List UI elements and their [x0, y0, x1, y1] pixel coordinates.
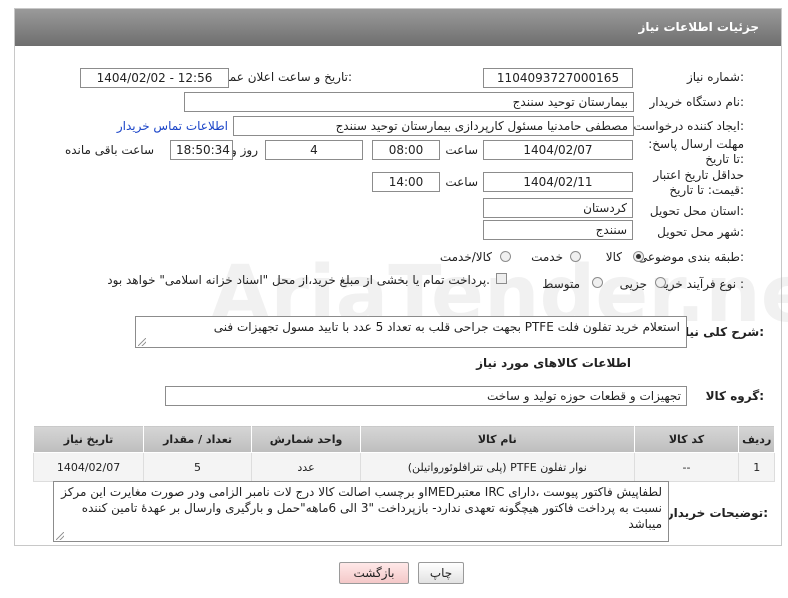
col-name: نام کالا [360, 425, 635, 453]
cell-qty: 5 [143, 452, 253, 482]
col-qty: تعداد / مقدار [143, 425, 253, 453]
reply-time-field: 08:00 [372, 140, 440, 160]
category-label: طبقه بندی موضوعی: [637, 250, 744, 264]
process-radio-medium[interactable] [592, 277, 603, 288]
category-option-goods: کالا [605, 250, 622, 264]
description-text: استعلام خرید تفلون فلت PTFE بجهت جراحی ق… [213, 320, 680, 334]
process-option-minor: جزیی [619, 277, 647, 291]
province-field: کردستان [483, 198, 633, 218]
process-label: نوع فرآیند خرید : [659, 277, 744, 291]
remaining-label: ساعت باقی مانده [64, 143, 154, 157]
goods-group-field: تجهیزات و قطعات حوزه تولید و ساخت [165, 386, 687, 406]
need-number-field: 1104093727000165 [483, 68, 633, 88]
buyer-notes-textarea: لطفاپیش فاکتور پیوست ،دارای IRC معتبرIME… [53, 481, 669, 542]
panel-title: جزئیات اطلاعات نیاز [638, 20, 759, 34]
col-unit: واحد شمارش [251, 425, 362, 453]
goods-section-title: اطلاعات کالاهای مورد نیاز [476, 356, 631, 370]
cell-code: -- [633, 452, 740, 482]
requester-label: ایجاد کننده درخواست: [633, 119, 744, 133]
goods-table-header: ردیف کد کالا نام کالا واحد شمارش تعداد /… [32, 425, 775, 453]
cell-date: 1404/02/07 [32, 452, 145, 482]
goods-table: ردیف کد کالا نام کالا واحد شمارش تعداد /… [32, 425, 775, 482]
process-option-medium: متوسط [542, 277, 580, 291]
back-button[interactable]: بازگشت [339, 562, 409, 584]
category-radio-both[interactable] [500, 251, 511, 262]
price-time-label: ساعت [445, 175, 478, 189]
buyer-notes-label: توضیحات خریدار: [666, 506, 768, 520]
col-date: تاریخ نیاز [32, 425, 145, 453]
category-radio-service[interactable] [570, 251, 581, 262]
goods-table-wrapper: ردیف کد کالا نام کالا واحد شمارش تعداد /… [32, 425, 775, 482]
buyer-notes-text: لطفاپیش فاکتور پیوست ،دارای IRC معتبرIME… [61, 485, 662, 531]
col-row: ردیف [738, 425, 775, 453]
city-label: شهر محل تحویل: [657, 225, 744, 239]
price-validity-label: حداقل تاریخ اعتبار قیمت: تا تاریخ: [653, 168, 744, 197]
goods-group-label: گروه کالا: [705, 389, 764, 403]
reply-time-label: ساعت [445, 143, 478, 157]
description-label: شرح کلی نیاز: [678, 325, 764, 339]
cell-row: 1 [738, 452, 775, 482]
buyer-org-field: بیمارستان توحید سنندج [184, 92, 634, 112]
table-row: 1 -- نوار تفلون PTFE (پلی تترافلوئورواتی… [32, 452, 775, 482]
description-textarea: استعلام خرید تفلون فلت PTFE بجهت جراحی ق… [135, 316, 687, 348]
city-field: سنندج [483, 220, 633, 240]
days-label: روز و [231, 143, 258, 157]
category-option-both: کالا/خدمت [439, 250, 492, 264]
requester-field: مصطفی حامدنیا مسئول کارپردازی بیمارستان … [233, 116, 634, 136]
remaining-time-field: 18:50:34 [170, 140, 233, 160]
treasury-checkbox[interactable] [496, 273, 507, 284]
need-number-label: شماره نیاز: [686, 70, 744, 84]
days-field: 4 [265, 140, 363, 160]
print-button[interactable]: چاپ [418, 562, 464, 584]
price-time-field: 14:00 [372, 172, 440, 192]
process-radio-minor[interactable] [655, 277, 666, 288]
reply-date-field: 1404/02/07 [483, 140, 633, 160]
category-option-service: خدمت [531, 250, 563, 264]
reply-deadline-label: مهلت ارسال پاسخ: تا تاریخ: [648, 137, 744, 166]
buyer-org-label: نام دستگاه خریدار: [649, 95, 745, 109]
price-date-field: 1404/02/11 [483, 172, 633, 192]
col-code: کد کالا [633, 425, 740, 453]
resize-grip-icon[interactable] [138, 338, 146, 346]
cell-name: نوار تفلون PTFE (پلی تترافلوئورواتیلن) [360, 452, 635, 482]
announce-field: 1404/02/02 - 12:56 [80, 68, 229, 88]
panel-header: جزئیات اطلاعات نیاز [15, 9, 781, 46]
cell-unit: عدد [251, 452, 362, 482]
buyer-contact-link[interactable]: اطلاعات تماس خریدار [117, 119, 228, 133]
treasury-text: پرداخت تمام یا بخشی از مبلغ خرید،از محل … [107, 273, 490, 287]
resize-grip-icon[interactable] [56, 532, 64, 540]
province-label: استان محل تحویل: [649, 204, 744, 218]
category-radio-goods[interactable] [633, 251, 644, 262]
